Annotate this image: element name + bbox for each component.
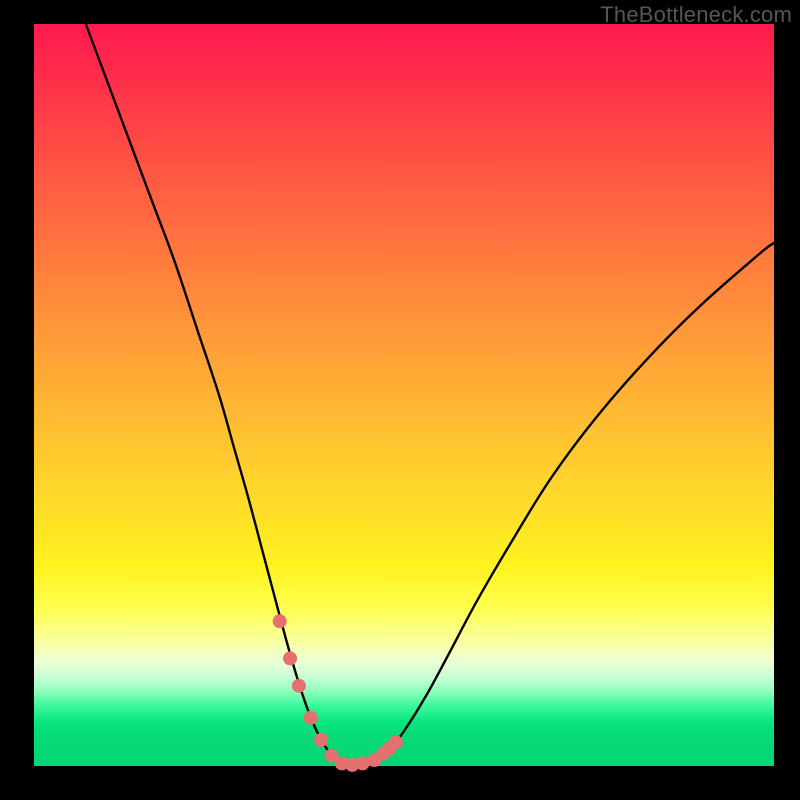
data-marker — [356, 756, 370, 770]
bottleneck-curve — [86, 24, 774, 765]
chart-svg — [34, 24, 774, 766]
data-marker — [273, 614, 287, 628]
data-marker — [389, 735, 403, 749]
data-marker — [304, 711, 318, 725]
data-marker — [292, 679, 306, 693]
watermark-text: TheBottleneck.com — [600, 2, 792, 28]
chart-frame: TheBottleneck.com — [0, 0, 800, 800]
data-markers — [273, 614, 403, 772]
plot-area — [34, 24, 774, 766]
data-marker — [314, 733, 328, 747]
data-marker — [283, 651, 297, 665]
